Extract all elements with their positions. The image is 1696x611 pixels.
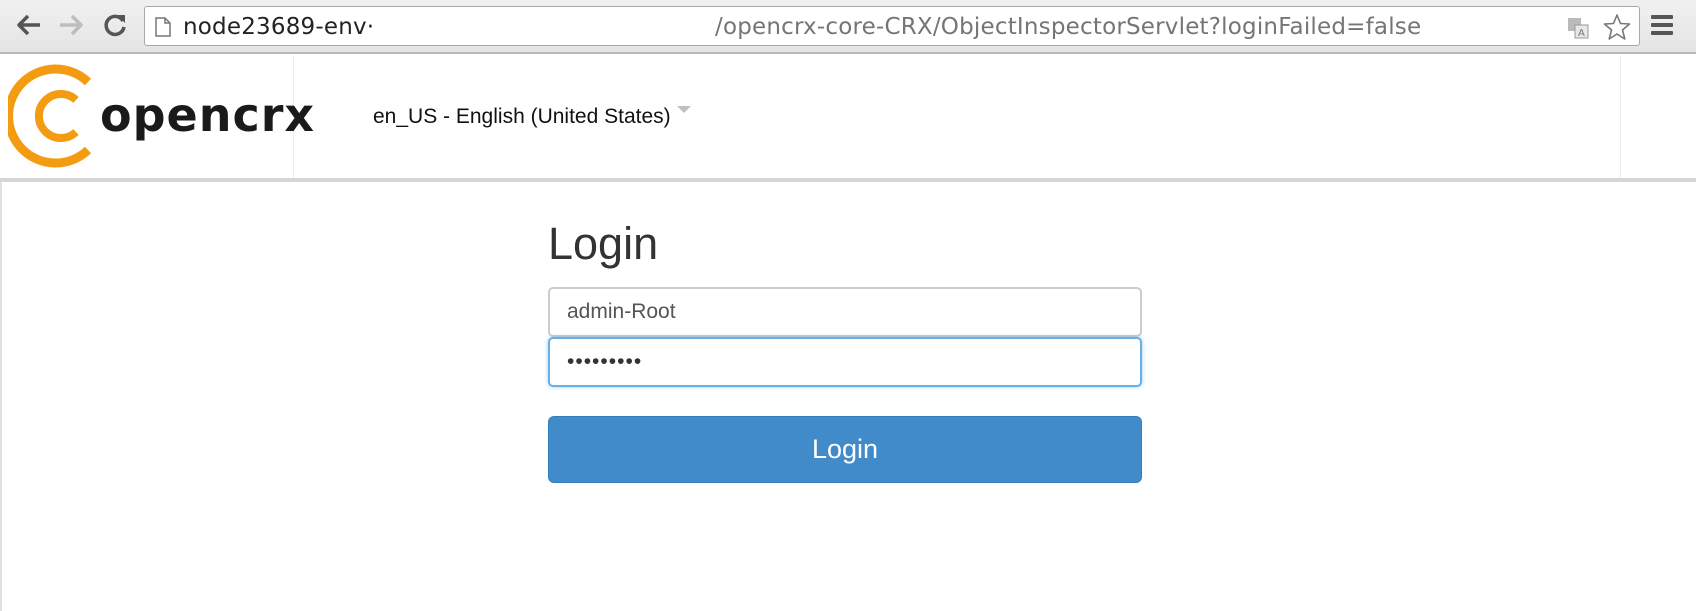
forward-button[interactable] [54, 8, 88, 42]
browser-toolbar: node23689-env· /opencrx-core-CRX/ObjectI… [0, 0, 1696, 54]
address-bar[interactable]: node23689-env· /opencrx-core-CRX/ObjectI… [144, 6, 1640, 46]
username-field[interactable]: admin-Root [548, 287, 1142, 337]
password-field[interactable]: ••••••••• [548, 337, 1142, 387]
page-header: opencrx en_US - English (United States) [0, 56, 1696, 182]
language-select[interactable]: en_US - English (United States) [373, 105, 671, 129]
url-host: node23689-env· [183, 14, 375, 40]
star-icon[interactable] [1603, 13, 1631, 41]
url-path: /opencrx-core-CRX/ObjectInspectorServlet… [715, 14, 1422, 40]
reload-icon [104, 14, 126, 37]
reload-button[interactable] [98, 8, 132, 42]
opencrx-logo-icon [8, 64, 92, 168]
translate-icon[interactable]: A [1567, 17, 1589, 39]
menu-icon[interactable] [1650, 14, 1674, 36]
svg-text:A: A [1578, 28, 1585, 39]
login-button[interactable]: Login [548, 416, 1142, 483]
header-divider [1620, 56, 1621, 178]
logo-text: opencrx [100, 88, 316, 142]
login-title: Login [548, 218, 659, 269]
chevron-down-icon[interactable] [677, 106, 691, 113]
forward-icon [60, 14, 83, 36]
page-icon [155, 17, 171, 37]
logo[interactable]: opencrx [2, 56, 314, 178]
back-button[interactable] [12, 8, 46, 42]
back-icon [17, 14, 40, 36]
